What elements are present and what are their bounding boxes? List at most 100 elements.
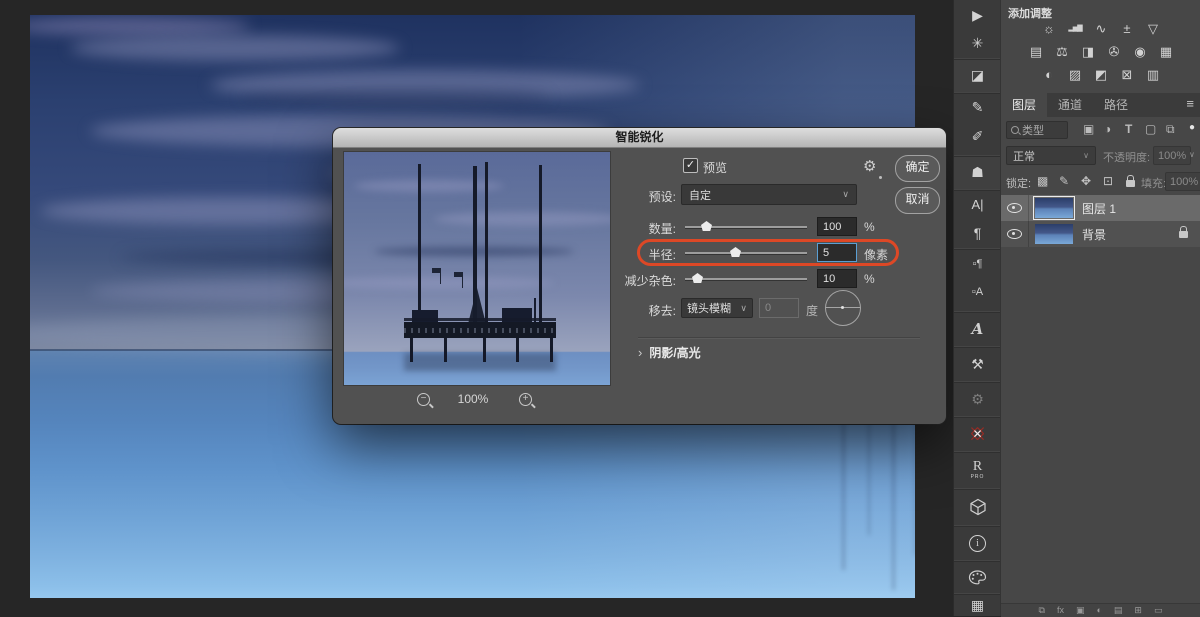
crossed-tools-glyph: ⚒: [971, 356, 984, 373]
levels-icon[interactable]: ▂▅▇: [1067, 21, 1084, 36]
lock-all-icon[interactable]: [1126, 180, 1135, 187]
info-icon[interactable]: i: [954, 525, 1001, 560]
chevron-down-icon[interactable]: ∨: [1189, 150, 1195, 159]
lock-position-icon[interactable]: ✥: [1081, 174, 1091, 188]
vibrance-icon[interactable]: ▽: [1145, 21, 1162, 36]
amount-input[interactable]: 100: [817, 217, 857, 236]
new-adjustment-icon[interactable]: ◐: [1096, 604, 1101, 617]
tool-presets-icon[interactable]: ✐: [954, 122, 1001, 151]
link-layers-icon[interactable]: ⧉: [1039, 604, 1045, 617]
lock-transparency-icon[interactable]: ▩: [1037, 174, 1048, 188]
posterize-icon[interactable]: ▨: [1067, 67, 1084, 82]
noise-slider-thumb[interactable]: [692, 273, 703, 283]
remove-select[interactable]: 镜头模糊 ∨: [681, 298, 753, 318]
exposure-icon[interactable]: ±: [1119, 21, 1136, 36]
red-x-icon[interactable]: ✕: [954, 416, 1001, 451]
knife-page-icon[interactable]: ◪: [954, 58, 1001, 92]
sharpen-preview-image[interactable]: [343, 151, 611, 386]
zoom-out-button[interactable]: −: [417, 393, 430, 406]
background-lock-icon: [1179, 231, 1188, 238]
chevron-down-icon: ∨: [740, 303, 747, 314]
preset-value: 自定: [689, 187, 711, 203]
fill-value[interactable]: 100%: [1165, 172, 1200, 191]
layer-filter-type-select[interactable]: 类型: [1006, 121, 1068, 139]
layer-row-background[interactable]: 背景: [1001, 221, 1200, 247]
background-thumbnail[interactable]: [1035, 224, 1073, 244]
visibility-cell[interactable]: [1001, 221, 1029, 247]
play-icon[interactable]: ▶: [954, 1, 1001, 30]
gear-icon[interactable]: ⚙: [863, 157, 876, 175]
filter-smart-objects-icon[interactable]: ⧉: [1166, 122, 1175, 137]
new-layer-icon[interactable]: ⊞: [1134, 604, 1142, 617]
r-pro-icon[interactable]: RPRO: [954, 451, 1001, 488]
filter-type-layers-icon[interactable]: T: [1125, 122, 1132, 136]
black-white-icon[interactable]: ◨: [1080, 44, 1097, 59]
cloud-streak: [434, 212, 611, 226]
wheel-icon[interactable]: ✳: [954, 29, 1001, 58]
noise-slider-track[interactable]: [685, 278, 807, 280]
glyphs-icon[interactable]: ▫A: [954, 277, 1001, 306]
visibility-cell[interactable]: [1001, 195, 1029, 221]
photo-filter-icon[interactable]: ✇: [1106, 44, 1123, 59]
grid-icon[interactable]: ▦: [954, 593, 1001, 617]
panel-menu-icon[interactable]: ≡: [1186, 96, 1194, 111]
radius-input[interactable]: 5: [817, 243, 857, 262]
amount-slider-thumb[interactable]: [701, 221, 712, 231]
color-lookup-icon[interactable]: ▦: [1158, 44, 1175, 59]
selective-color-icon[interactable]: ▥: [1145, 67, 1162, 82]
filter-adjustment-layers-icon[interactable]: ◑: [1104, 122, 1111, 136]
layer-mask-icon[interactable]: ▣: [1076, 604, 1085, 617]
opacity-value[interactable]: 100%: [1153, 146, 1191, 165]
paragraph-styles-icon[interactable]: ▫¶: [954, 248, 1001, 278]
dialog-titlebar[interactable]: 智能锐化: [333, 128, 946, 148]
noise-unit: %: [864, 272, 875, 286]
palette-icon[interactable]: [954, 560, 1001, 593]
tab-paths[interactable]: 路径: [1093, 93, 1139, 117]
lock-paint-icon[interactable]: ✎: [1059, 174, 1069, 188]
type-cursor-icon[interactable]: A|: [954, 189, 1001, 219]
preview-zoom-level: 100%: [449, 392, 497, 406]
layer1-thumbnail[interactable]: [1035, 198, 1073, 218]
cube-3d-icon[interactable]: [954, 488, 1001, 525]
preset-select[interactable]: 自定 ∨: [681, 184, 857, 205]
paragraph-icon[interactable]: ¶: [954, 218, 1001, 247]
paragraph-glyph: ¶: [974, 225, 982, 241]
curves-icon[interactable]: ∿: [1093, 21, 1110, 36]
blend-mode-select[interactable]: 正常 ∨: [1006, 146, 1096, 165]
color-balance-icon[interactable]: ⚖: [1054, 44, 1071, 59]
radius-slider-track[interactable]: [685, 252, 807, 254]
filter-toggle-icon[interactable]: ●: [1189, 122, 1195, 133]
lock-artboard-icon[interactable]: ⊡: [1103, 174, 1113, 188]
hue-saturation-icon[interactable]: ▤: [1028, 44, 1045, 59]
invert-icon[interactable]: ◐: [1041, 67, 1058, 82]
threshold-icon[interactable]: ◩: [1093, 67, 1110, 82]
radius-label: 半径:: [649, 246, 676, 263]
layer-row-layer1[interactable]: 图层 1: [1001, 195, 1200, 221]
new-group-icon[interactable]: ▤: [1114, 604, 1123, 617]
background-name[interactable]: 背景: [1082, 226, 1106, 243]
brightness-contrast-icon[interactable]: ☼: [1041, 21, 1058, 36]
radius-slider-thumb[interactable]: [730, 247, 741, 257]
tab-channels[interactable]: 通道: [1047, 93, 1093, 117]
zoom-in-button[interactable]: +: [519, 393, 532, 406]
filter-shape-layers-icon[interactable]: ▢: [1145, 122, 1156, 136]
fancy-type-icon[interactable]: A: [954, 311, 1001, 346]
layer1-name[interactable]: 图层 1: [1082, 200, 1116, 217]
brushes-cup-icon[interactable]: ✎: [954, 92, 1001, 122]
layer-effects-icon[interactable]: fx: [1057, 604, 1064, 617]
clone-stamp-icon[interactable]: ☗: [954, 155, 1001, 189]
cancel-button[interactable]: 取消: [895, 187, 940, 214]
noise-input[interactable]: 10: [817, 269, 857, 288]
gradient-map-icon[interactable]: ⊠: [1119, 67, 1136, 82]
delete-layer-icon[interactable]: ▭: [1154, 604, 1163, 617]
tab-layers[interactable]: 图层: [1001, 93, 1047, 117]
crossed-tools-icon[interactable]: ⚒: [954, 346, 1001, 381]
ok-button[interactable]: 确定: [895, 155, 940, 182]
red-x-glyph: ✕: [972, 427, 982, 441]
shadows-highlights-section[interactable]: ›阴影/高光: [638, 344, 701, 361]
filter-pixel-layers-icon[interactable]: ▣: [1083, 122, 1094, 136]
angle-dial[interactable]: [825, 290, 861, 326]
gear-dim-icon[interactable]: ⚙: [954, 381, 1001, 416]
preview-checkbox[interactable]: ✓: [683, 158, 698, 173]
channel-mixer-icon[interactable]: ◉: [1132, 44, 1149, 59]
